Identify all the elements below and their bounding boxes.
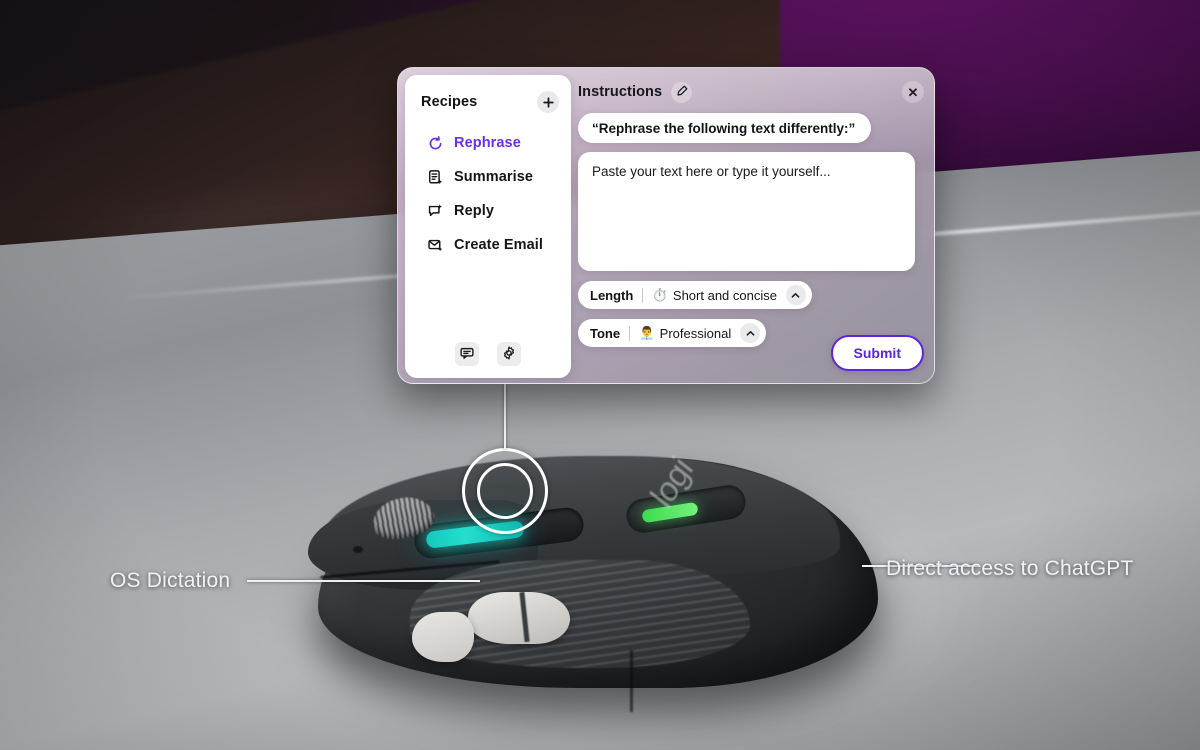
callout-line-os-dictation <box>247 580 480 582</box>
sidebar-item-label: Rephrase <box>454 135 521 151</box>
feedback-button[interactable] <box>455 342 479 366</box>
sidebar-item-summarise[interactable]: Summarise <box>405 166 571 188</box>
highlight-ring-inner <box>477 463 533 519</box>
chevron-up-icon[interactable] <box>785 285 806 305</box>
submit-row: Submit <box>830 335 924 371</box>
sidebar-header: Recipes <box>405 89 571 115</box>
recipes-sidebar: Recipes Rephrase Summarise Reply Create … <box>405 75 571 378</box>
chevron-up-icon[interactable] <box>740 323 761 343</box>
user-text-input[interactable]: Paste your text here or type it yourself… <box>578 152 915 271</box>
sidebar-item-label: Reply <box>454 203 494 219</box>
stopwatch-icon: ⏱️ <box>652 287 668 302</box>
pencil-icon <box>676 85 688 100</box>
callout-label-chatgpt: Direct access to ChatGPT <box>886 557 1134 580</box>
logi-options-panel: Recipes Rephrase Summarise Reply Create … <box>397 67 935 384</box>
panel-leader-line <box>504 384 506 450</box>
envelope-sparkle-icon <box>426 236 444 254</box>
sidebar-item-label: Create Email <box>454 237 544 253</box>
tone-selector[interactable]: Tone 👨‍💼 Professional <box>578 319 767 347</box>
length-selector[interactable]: Length ⏱️ Short and concise <box>578 281 812 309</box>
length-label: Length <box>590 287 634 303</box>
length-value: Short and concise <box>672 287 777 303</box>
callout-label-os-dictation: OS Dictation <box>110 569 231 592</box>
tone-label: Tone <box>590 325 621 341</box>
sidebar-item-rephrase[interactable]: Rephrase <box>405 132 571 154</box>
selector-divider <box>642 287 644 303</box>
edit-instructions-button[interactable] <box>671 81 693 103</box>
tone-value: Professional <box>659 325 732 341</box>
selector-divider <box>629 325 631 341</box>
gear-icon <box>502 345 516 363</box>
sidebar-item-reply[interactable]: Reply <box>405 200 571 222</box>
chat-sparkle-icon <box>426 202 444 220</box>
plus-icon <box>542 96 554 108</box>
sidebar-item-label: Summarise <box>454 169 534 185</box>
screenshot-stage: logi OS Dictation Direct access to ChatG… <box>0 0 1200 750</box>
prompt-text[interactable]: “Rephrase the following text differently… <box>578 113 871 143</box>
page-title: Instructions <box>578 84 663 100</box>
instructions-header: Instructions ✕ <box>578 78 924 106</box>
recipe-list: Rephrase Summarise Reply Create Email <box>405 132 571 256</box>
sidebar-footer <box>405 342 571 366</box>
instructions-pane: Instructions ✕ “Rephrase the following t… <box>578 78 924 375</box>
close-button[interactable]: ✕ <box>902 81 924 103</box>
sidebar-item-create-email[interactable]: Create Email <box>405 234 571 256</box>
document-sparkle-icon <box>426 168 444 186</box>
feedback-chat-icon <box>460 346 474 363</box>
refresh-sparkle-icon <box>426 134 444 152</box>
person-in-suit-icon: 👨‍💼 <box>639 325 655 340</box>
sidebar-title: Recipes <box>421 94 478 110</box>
settings-button[interactable] <box>497 342 521 366</box>
add-recipe-button[interactable] <box>537 91 559 113</box>
submit-button[interactable]: Submit <box>830 335 924 371</box>
